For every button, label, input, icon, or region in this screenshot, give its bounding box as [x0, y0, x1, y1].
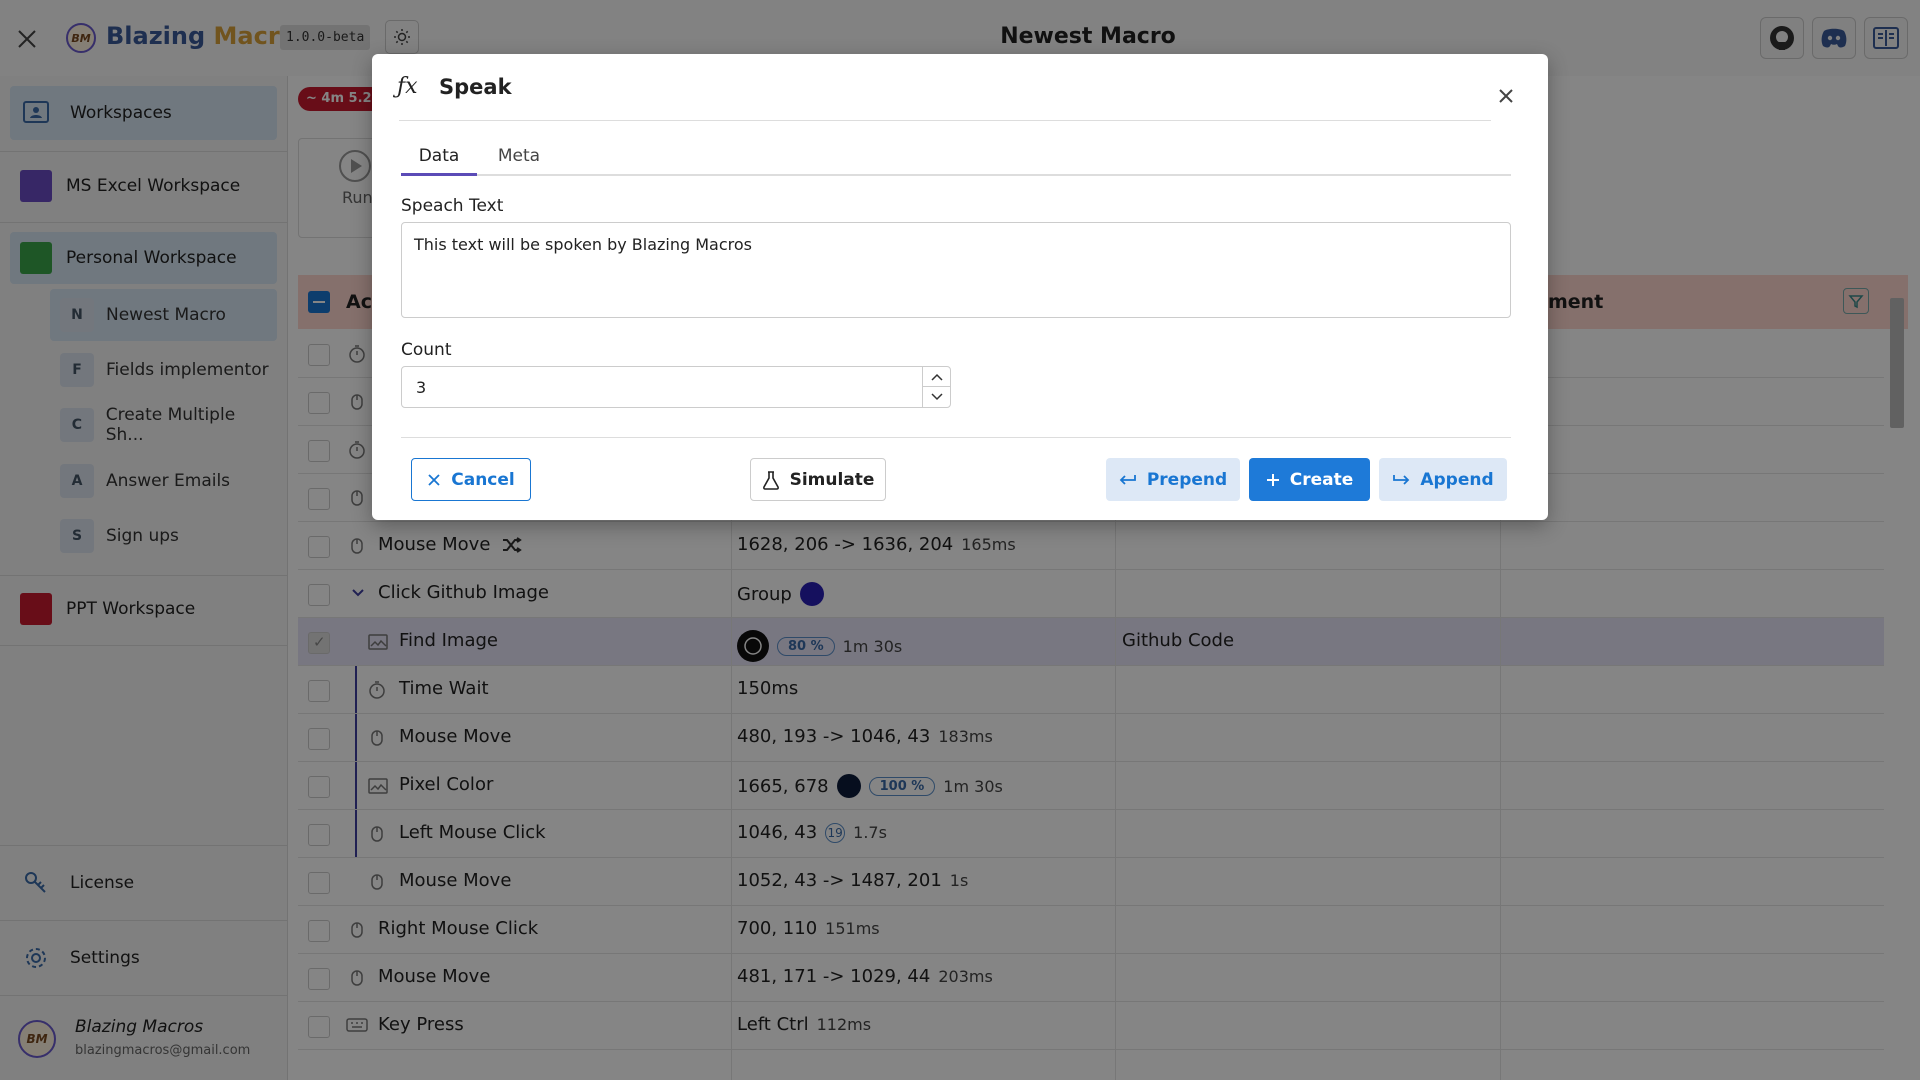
- prepend-button[interactable]: Prepend: [1106, 458, 1240, 501]
- count-input[interactable]: 3: [401, 366, 951, 408]
- arrow-left-icon: [1119, 474, 1136, 485]
- function-icon: ƒx: [397, 74, 418, 99]
- speak-dialog: ƒx Speak Data Meta Speach Text This text…: [372, 54, 1548, 520]
- dialog-tabs: Data Meta: [401, 146, 1511, 176]
- plus-icon: [1266, 473, 1279, 486]
- simulate-button[interactable]: Simulate: [750, 458, 886, 501]
- count-stepper[interactable]: [922, 367, 950, 407]
- count-label: Count: [401, 340, 452, 360]
- dialog-title: Speak: [439, 75, 512, 99]
- speech-text-label: Speach Text: [401, 196, 504, 216]
- append-button[interactable]: Append: [1379, 458, 1507, 501]
- tab-meta[interactable]: Meta: [481, 146, 557, 176]
- flask-icon: [762, 470, 779, 490]
- tab-data[interactable]: Data: [401, 146, 477, 176]
- count-value: 3: [416, 378, 427, 397]
- divider: [399, 120, 1491, 121]
- close-icon[interactable]: [1494, 84, 1518, 108]
- speech-text-field[interactable]: This text will be spoken by Blazing Macr…: [401, 222, 1511, 318]
- create-button[interactable]: Create: [1249, 458, 1370, 501]
- cancel-button[interactable]: Cancel: [411, 458, 531, 501]
- arrow-right-icon: [1393, 474, 1410, 485]
- close-icon: [428, 473, 440, 486]
- divider: [401, 437, 1511, 438]
- chevron-up-icon[interactable]: [923, 367, 950, 387]
- chevron-down-icon[interactable]: [923, 387, 950, 407]
